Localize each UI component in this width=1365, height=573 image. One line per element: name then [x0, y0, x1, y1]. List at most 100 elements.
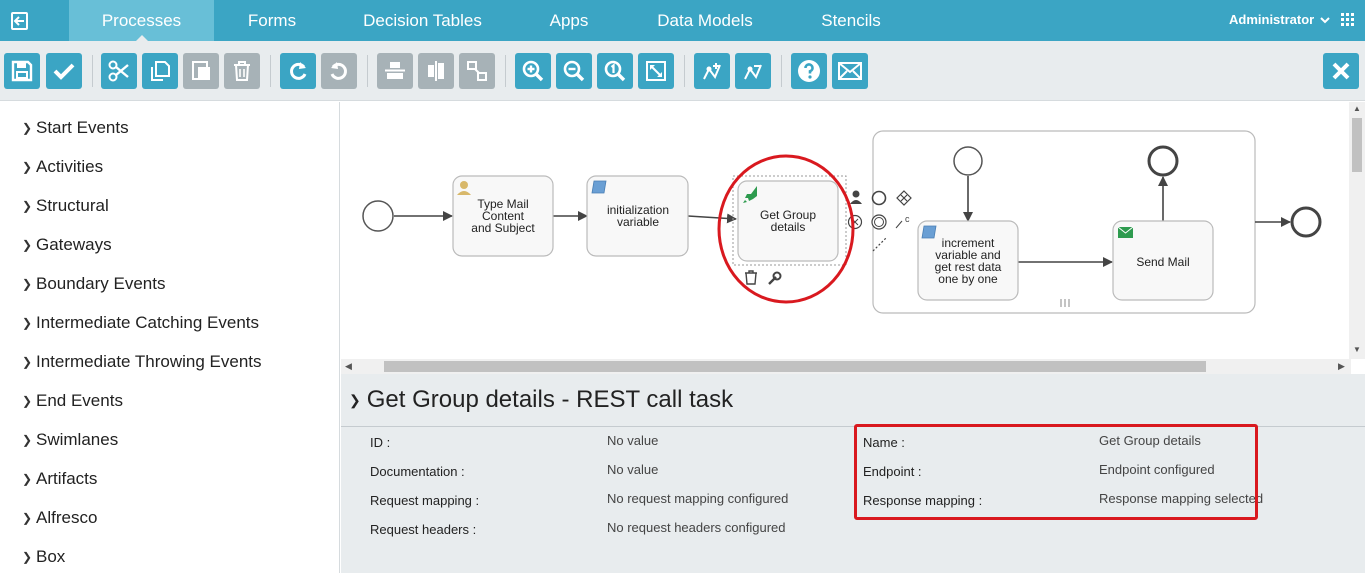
palette-group-start-events[interactable]: ❯ Start Events — [22, 118, 129, 138]
tab-decision-tables[interactable]: Decision Tables — [350, 0, 495, 41]
palette-group-structural[interactable]: ❯ Structural — [22, 196, 109, 216]
palette-group-label: Structural — [36, 196, 109, 215]
copy-button[interactable] — [142, 53, 178, 89]
save-button[interactable] — [4, 53, 40, 89]
quick-add-timer-event-icon[interactable] — [871, 214, 887, 230]
process-canvas[interactable]: Type Mail Content and Subject initializa… — [341, 102, 1365, 374]
close-editor-button[interactable] — [1323, 53, 1359, 89]
zoom-actual-button[interactable] — [597, 53, 633, 89]
palette-group-intermediate-throwing-events[interactable]: ❯ Intermediate Throwing Events — [22, 352, 262, 372]
palette-group-artifacts[interactable]: ❯ Artifacts — [22, 469, 97, 489]
palette-group-label: Start Events — [36, 118, 129, 137]
zoom-in-button[interactable] — [515, 53, 551, 89]
wrench-icon[interactable] — [768, 271, 782, 285]
property-value-request-mapping[interactable]: No request mapping configured — [607, 491, 788, 506]
redo-button[interactable] — [280, 53, 316, 89]
toolbar-divider — [367, 55, 368, 87]
palette-group-gateways[interactable]: ❯ Gateways — [22, 235, 112, 255]
cut-button[interactable] — [101, 53, 137, 89]
chevron-right-icon: ❯ — [22, 511, 33, 525]
zoom-out-button[interactable] — [556, 53, 592, 89]
chevron-down-icon — [1320, 17, 1330, 24]
palette-group-label: Activities — [36, 157, 104, 176]
tab-processes[interactable]: Processes — [69, 0, 214, 42]
subprocess-start-event[interactable] — [953, 146, 983, 176]
user-task-type-mail[interactable]: Type Mail Content and Subject — [452, 175, 554, 257]
editor-toolbar — [0, 41, 1365, 101]
scrollbar-thumb[interactable] — [384, 361, 1206, 372]
sequence-flow[interactable] — [687, 213, 737, 224]
subprocess-end-event[interactable] — [1147, 145, 1179, 177]
zoom-in-icon — [522, 60, 544, 82]
tab-data-models[interactable]: Data Models — [645, 0, 765, 41]
script-icon — [921, 225, 937, 239]
properties-header[interactable]: ❯ Get Group details - REST call task — [349, 386, 733, 414]
user-menu[interactable]: Administrator — [1229, 12, 1330, 27]
property-value-request-headers[interactable]: No request headers configured — [607, 520, 786, 535]
zoom-fit-icon — [646, 61, 666, 81]
scrollbar-thumb[interactable] — [1352, 118, 1362, 172]
quick-add-end-event-icon[interactable] — [871, 190, 887, 206]
help-button[interactable] — [791, 53, 827, 89]
script-task-increment-variable[interactable]: increment variable and get rest data one… — [917, 220, 1019, 301]
tab-forms[interactable]: Forms — [224, 0, 320, 41]
tab-apps[interactable]: Apps — [530, 0, 608, 41]
scroll-up-icon[interactable]: ▲ — [1353, 104, 1361, 113]
align-vertical-icon — [428, 61, 444, 81]
palette-group-label: Intermediate Throwing Events — [36, 352, 262, 371]
palette-group-swimlanes[interactable]: ❯ Swimlanes — [22, 430, 118, 450]
chevron-right-icon: ❯ — [22, 472, 33, 486]
palette-group-boundary-events[interactable]: ❯ Boundary Events — [22, 274, 165, 294]
task-label: Send Mail — [1136, 255, 1189, 269]
help-icon — [798, 60, 820, 82]
align-horizontal-button[interactable] — [377, 53, 413, 89]
back-to-home-button[interactable] — [0, 0, 42, 41]
paste-button[interactable] — [183, 53, 219, 89]
trash-icon[interactable] — [745, 270, 757, 285]
script-task-initialization-variable[interactable]: initialization variable — [586, 175, 689, 257]
task-label: variable — [617, 215, 659, 229]
property-label-id: ID : — [370, 435, 391, 450]
property-value-id[interactable]: No value — [607, 433, 658, 448]
redo-icon — [290, 62, 307, 80]
palette-group-box[interactable]: ❯ Box — [22, 547, 65, 567]
scroll-left-icon[interactable]: ◀ — [345, 361, 352, 372]
palette-group-label: Swimlanes — [36, 430, 119, 449]
palette-group-alfresco[interactable]: ❯ Alfresco — [22, 508, 97, 528]
rest-task-get-group-details[interactable]: Get Group details — [732, 175, 847, 266]
start-event[interactable] — [362, 200, 394, 232]
bend-point-remove-button[interactable] — [735, 53, 771, 89]
canvas-horizontal-scrollbar[interactable]: ◀ ▶ — [341, 359, 1351, 374]
property-value-documentation[interactable]: No value — [607, 462, 658, 477]
chevron-right-icon: ❯ — [22, 238, 33, 252]
apps-grid-icon[interactable] — [1341, 13, 1354, 31]
delete-button[interactable] — [224, 53, 260, 89]
palette-group-label: Boundary Events — [36, 274, 166, 293]
mail-task-send-mail[interactable]: Send Mail — [1112, 220, 1214, 301]
scroll-right-icon[interactable]: ▶ — [1338, 361, 1345, 372]
user-name: Administrator — [1229, 12, 1315, 27]
validate-button[interactable] — [46, 53, 82, 89]
same-size-button[interactable] — [459, 53, 495, 89]
zoom-fit-button[interactable] — [638, 53, 674, 89]
chevron-right-icon: ❯ — [22, 199, 33, 213]
bend-point-add-button[interactable] — [694, 53, 730, 89]
zoom-actual-icon — [604, 60, 626, 82]
quick-add-user-icon[interactable] — [850, 190, 862, 205]
align-vertical-button[interactable] — [418, 53, 454, 89]
palette-group-label: End Events — [36, 391, 123, 410]
canvas-vertical-scrollbar[interactable]: ▲ ▼ — [1349, 102, 1365, 359]
feedback-button[interactable] — [832, 53, 868, 89]
palette-group-intermediate-catching-events[interactable]: ❯ Intermediate Catching Events — [22, 313, 259, 333]
paste-icon — [192, 61, 210, 80]
palette-group-activities[interactable]: ❯ Activities — [22, 157, 103, 177]
chevron-right-icon: ❯ — [22, 121, 33, 135]
quick-add-intermediate-event-icon[interactable] — [847, 214, 863, 230]
end-event[interactable] — [1290, 206, 1322, 238]
palette-group-end-events[interactable]: ❯ End Events — [22, 391, 123, 411]
undo-button[interactable] — [321, 53, 357, 89]
palette-group-label: Gateways — [36, 235, 112, 254]
scroll-down-icon[interactable]: ▼ — [1353, 345, 1361, 354]
tab-stencils[interactable]: Stencils — [805, 0, 897, 41]
text-annotation-icon[interactable]: c — [905, 214, 910, 224]
